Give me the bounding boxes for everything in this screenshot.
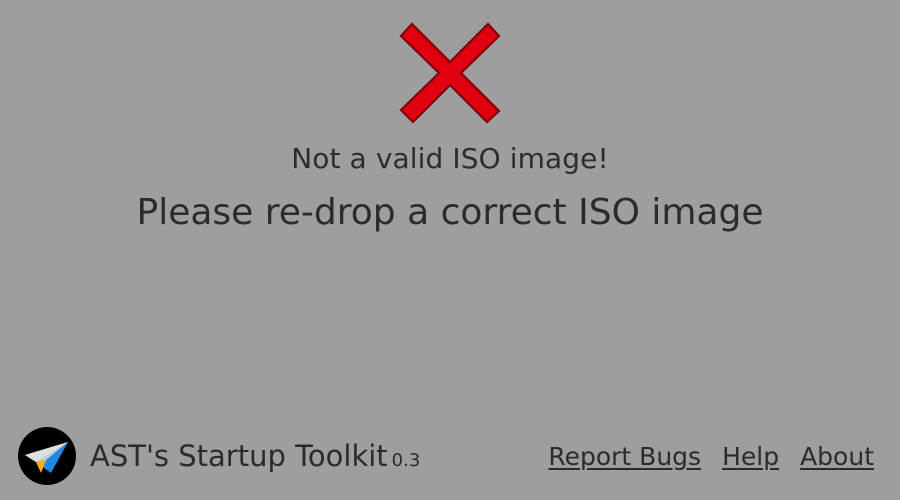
footer-links: Report Bugs Help About (548, 440, 874, 474)
error-panel: Not a valid ISO image! Please re-drop a … (0, 0, 900, 260)
help-link[interactable]: Help (722, 440, 779, 474)
error-subtitle: Please re-drop a correct ISO image (136, 192, 764, 233)
report-bugs-link[interactable]: Report Bugs (548, 440, 701, 474)
about-link[interactable]: About (800, 440, 874, 474)
app-version: 0.3 (391, 450, 421, 471)
app-title: AST's Startup Toolkit 0.3 (90, 438, 420, 479)
error-title: Not a valid ISO image! (291, 142, 609, 175)
paper-plane-icon (18, 427, 76, 485)
close-icon (399, 22, 501, 124)
app-name: AST's Startup Toolkit (90, 439, 388, 473)
footer: AST's Startup Toolkit 0.3 Report Bugs Hel… (0, 420, 900, 492)
